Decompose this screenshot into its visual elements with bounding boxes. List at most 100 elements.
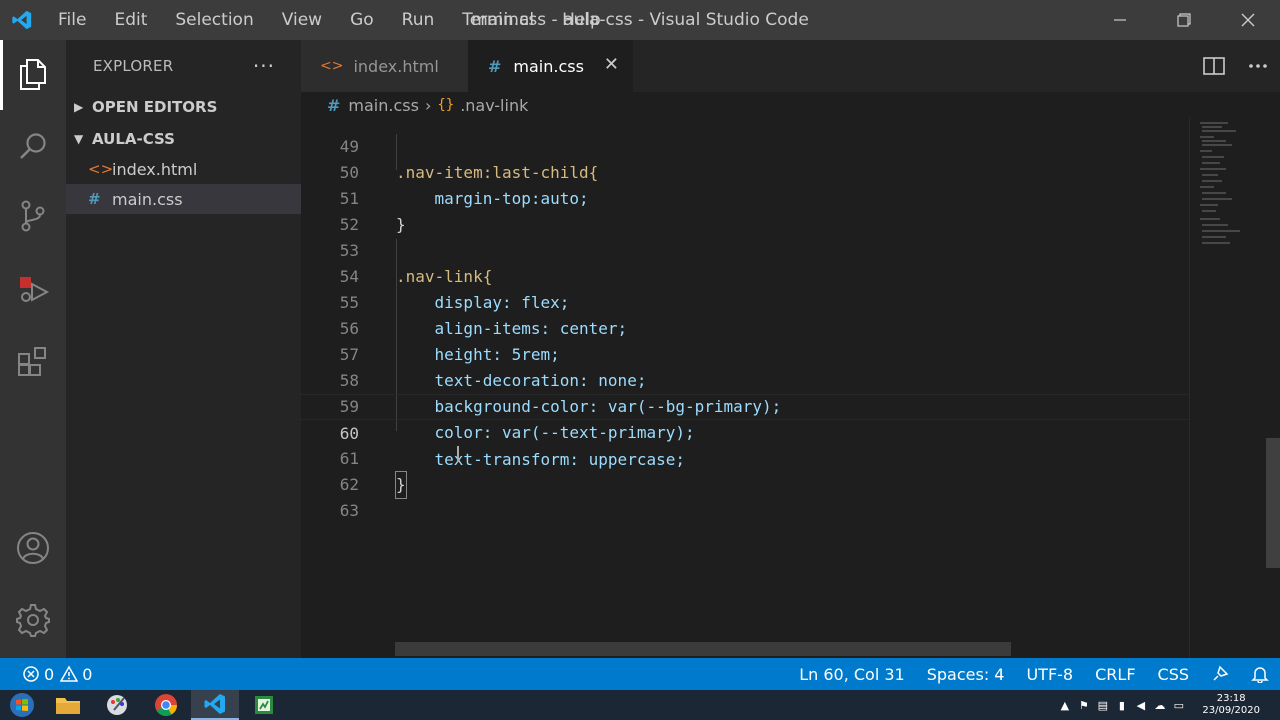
indentation[interactable]: Spaces: 4 <box>916 665 1016 684</box>
account-icon[interactable] <box>0 520 66 576</box>
more-icon <box>1249 64 1267 68</box>
cloud-icon[interactable]: ☁ <box>1150 690 1169 720</box>
restore-icon <box>1177 13 1191 27</box>
menu-bar: File Edit Selection View Go Run Terminal… <box>44 0 615 40</box>
tab-main-css[interactable]: # main.css ✕ <box>468 40 633 92</box>
folder-section[interactable]: ▼ AULA-CSS <box>66 124 301 154</box>
file-item-index-html[interactable]: <> index.html <box>66 154 301 184</box>
chrome-icon[interactable] <box>142 690 190 720</box>
code-line: 49 .nav-item:last-child{ <box>339 137 599 182</box>
more-actions-icon[interactable]: ··· <box>253 54 275 78</box>
volume-icon[interactable]: ◀ <box>1131 690 1150 720</box>
file-label: main.css <box>112 189 183 209</box>
code-line: 56 height: 5rem; <box>339 319 560 364</box>
encoding[interactable]: UTF-8 <box>1015 665 1084 684</box>
chevron-right-icon: › <box>424 95 432 115</box>
search-icon[interactable] <box>0 118 66 174</box>
clock[interactable]: 23:18 23/09/2020 <box>1202 693 1260 717</box>
code-line: 58 background-color: var(--bg-primary); <box>339 371 782 416</box>
chevron-down-icon: ▼ <box>74 132 84 146</box>
code-line: 52 <box>339 215 359 234</box>
explorer-sidebar: EXPLORER ··· ▶ OPEN EDITORS ▼ AULA-CSS <… <box>66 40 301 658</box>
warning-icon <box>60 665 79 682</box>
restore-button[interactable] <box>1152 0 1216 40</box>
vertical-scrollbar[interactable] <box>1266 438 1280 568</box>
windows-start-icon[interactable] <box>0 690 44 720</box>
code-line: 54 display: flex; <box>339 267 570 312</box>
code-line: 59 color: var(--text-primary); <box>339 397 695 442</box>
current-code-line: 60 text-transform: uppercase; <box>301 394 1189 469</box>
extensions-icon[interactable] <box>0 334 66 390</box>
breadcrumb-file[interactable]: main.css <box>348 96 419 115</box>
feedback-icon[interactable] <box>1200 665 1240 683</box>
menu-run[interactable]: Run <box>388 10 449 30</box>
windows-taskbar: ▲ ⚑ ▤ ▮ ◀ ☁ ▭ 23:18 23/09/2020 <box>0 690 1280 720</box>
keyboard-icon[interactable]: ▭ <box>1169 690 1188 720</box>
chevron-right-icon: ▶ <box>74 100 84 114</box>
code-line: 50 margin-top:auto; <box>339 163 589 208</box>
editor-actions <box>1192 40 1280 92</box>
editor-tabs: <> index.html # main.css ✕ <box>301 40 1280 92</box>
error-count: 0 <box>44 664 55 684</box>
menu-view[interactable]: View <box>268 10 336 30</box>
code-line: 63 <box>339 501 359 520</box>
tab-index-html[interactable]: <> index.html <box>301 40 468 92</box>
code-line: 62 <box>339 475 359 494</box>
title-bar: File Edit Selection View Go Run Terminal… <box>0 0 1280 40</box>
text-cursor-icon <box>457 446 459 462</box>
status-right: Ln 60, Col 31 Spaces: 4 UTF-8 CRLF CSS <box>788 658 1280 690</box>
vscode-logo-icon[interactable] <box>0 0 44 40</box>
warning-count: 0 <box>82 664 93 684</box>
css-file-icon: # <box>327 95 341 115</box>
source-control-icon[interactable] <box>0 188 66 244</box>
paint-icon[interactable] <box>93 690 141 720</box>
window-controls <box>1088 0 1280 40</box>
menu-file[interactable]: File <box>44 10 100 30</box>
settings-gear-icon[interactable] <box>0 592 66 648</box>
folder-label: AULA-CSS <box>92 130 175 148</box>
menu-terminal[interactable]: Terminal <box>448 10 548 30</box>
minimize-button[interactable] <box>1088 0 1152 40</box>
open-editors-section[interactable]: ▶ OPEN EDITORS <box>66 92 301 122</box>
tray-arrow-up-icon[interactable]: ▲ <box>1055 690 1074 720</box>
more-actions-button[interactable] <box>1236 40 1280 92</box>
code-editor[interactable]: 49 .nav-item:last-child{ 50 margin-top:a… <box>301 118 1189 658</box>
close-window-button[interactable] <box>1216 0 1280 40</box>
explorer-icon[interactable] <box>0 46 66 102</box>
run-debug-icon[interactable] <box>0 260 66 316</box>
notifications-bell-icon[interactable] <box>1240 665 1280 683</box>
problems-indicator[interactable]: 0 0 <box>0 665 92 684</box>
code-line: 61 } <box>301 420 1189 499</box>
spreadsheet-icon[interactable] <box>240 690 288 720</box>
signal-icon[interactable]: ▮ <box>1112 690 1131 720</box>
symbol-class-icon: {} <box>437 97 455 113</box>
vscode-icon[interactable] <box>191 690 239 720</box>
menu-edit[interactable]: Edit <box>100 10 161 30</box>
html-file-icon: <> <box>88 160 114 178</box>
clock-time: 23:18 <box>1216 693 1246 704</box>
minimap[interactable] <box>1189 118 1280 658</box>
breadcrumb: # main.css › {} .nav-link <box>301 92 1280 118</box>
split-editor-button[interactable] <box>1192 40 1236 92</box>
language-mode[interactable]: CSS <box>1147 665 1200 684</box>
file-explorer-icon[interactable] <box>44 690 92 720</box>
horizontal-scrollbar[interactable] <box>395 642 1011 656</box>
cursor-position[interactable]: Ln 60, Col 31 <box>788 665 916 684</box>
flag-icon[interactable]: ⚑ <box>1074 690 1093 720</box>
end-of-line[interactable]: CRLF <box>1084 665 1146 684</box>
breadcrumb-symbol[interactable]: .nav-link <box>460 96 528 115</box>
error-icon <box>23 666 39 682</box>
css-file-icon: # <box>488 56 502 76</box>
file-label: index.html <box>112 159 198 179</box>
close-icon[interactable]: ✕ <box>604 54 619 75</box>
split-editor-icon <box>1203 57 1225 75</box>
menu-selection[interactable]: Selection <box>161 10 267 30</box>
file-item-main-css[interactable]: # main.css <box>66 184 301 214</box>
menu-go[interactable]: Go <box>336 10 388 30</box>
code-line: 51 } <box>339 189 406 234</box>
minimize-icon <box>1114 19 1126 21</box>
html-file-icon: <> <box>320 58 344 74</box>
menu-help[interactable]: Help <box>548 10 615 30</box>
network-icon[interactable]: ▤ <box>1093 690 1112 720</box>
explorer-header: EXPLORER ··· <box>66 40 301 92</box>
